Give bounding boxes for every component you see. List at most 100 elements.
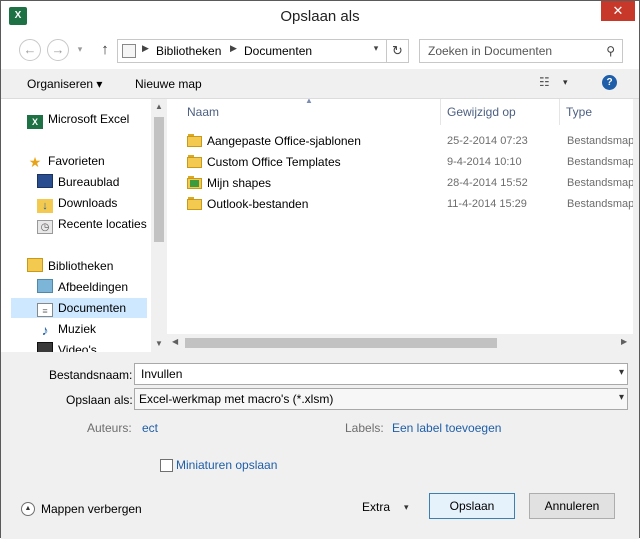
search-box[interactable]: ⚲ bbox=[419, 39, 623, 63]
file-name: Aangepaste Office-sjablonen bbox=[207, 134, 361, 148]
nav-item-label: Video's bbox=[58, 343, 97, 352]
scroll-left-icon[interactable]: ◀ bbox=[172, 337, 178, 346]
filename-input[interactable] bbox=[139, 366, 599, 382]
file-name: Mijn shapes bbox=[207, 176, 272, 190]
downloads-icon: ↓ bbox=[37, 199, 53, 213]
back-button[interactable]: ← bbox=[19, 39, 41, 61]
scrollbar-thumb[interactable] bbox=[154, 117, 164, 242]
nav-item-favorites[interactable]: ★ Favorieten bbox=[27, 151, 151, 171]
folder-icon bbox=[187, 134, 202, 147]
help-icon[interactable]: ? bbox=[602, 75, 617, 90]
tools-dropdown-icon[interactable]: ▾ bbox=[404, 502, 409, 513]
chevron-down-icon[interactable]: ▾ bbox=[619, 392, 624, 403]
address-bar[interactable]: ▶ Bibliotheken ▶ Documenten ▾ ↻ bbox=[117, 39, 409, 63]
file-type: Bestandsmap bbox=[567, 135, 633, 147]
save-thumbnails-label[interactable]: Miniaturen opslaan bbox=[176, 458, 277, 472]
save-as-dialog: X Opslaan als ✕ ← → ▾ ↑ ▶ Bibliotheken ▶… bbox=[0, 0, 640, 539]
scroll-down-icon[interactable]: ▼ bbox=[154, 339, 164, 348]
save-type-select[interactable]: Excel-werkmap met macro's (*.xlsm) ▾ bbox=[134, 388, 628, 410]
tools-button[interactable]: Extra bbox=[362, 500, 390, 514]
scrollbar-thumb[interactable] bbox=[185, 338, 497, 348]
horizontal-scrollbar[interactable]: ◀ ▶ bbox=[167, 334, 633, 352]
address-dropdown-icon[interactable]: ▾ bbox=[368, 43, 384, 54]
file-type: Bestandsmap bbox=[567, 198, 633, 210]
nav-item-music[interactable]: ♪ Muziek bbox=[37, 319, 151, 339]
nav-item-label: Bibliotheken bbox=[48, 259, 114, 273]
chevron-up-icon[interactable]: ▲ bbox=[21, 502, 35, 516]
desktop-icon bbox=[37, 174, 53, 188]
add-tag-link[interactable]: Een label toevoegen bbox=[392, 421, 501, 435]
pictures-icon bbox=[37, 279, 53, 293]
file-type: Bestandsmap bbox=[567, 177, 633, 189]
search-icon[interactable]: ⚲ bbox=[606, 44, 615, 58]
nav-item-videos[interactable]: Video's bbox=[37, 340, 151, 352]
save-thumbnails-checkbox[interactable] bbox=[160, 459, 173, 472]
hide-folders-button[interactable]: Mappen verbergen bbox=[41, 502, 142, 516]
list-item[interactable]: Custom Office Templates 9-4-2014 10:10 B… bbox=[167, 152, 633, 173]
file-list: Naam ▲ Gewijzigd op Type Aangepaste Offi… bbox=[167, 99, 633, 352]
forward-button[interactable]: → bbox=[47, 39, 69, 61]
view-options-icon[interactable]: ☷ bbox=[539, 75, 555, 89]
music-icon: ♪ bbox=[41, 322, 49, 338]
authors-value[interactable]: ect bbox=[142, 421, 158, 435]
refresh-button[interactable]: ↻ bbox=[386, 40, 408, 62]
new-folder-button[interactable]: Nieuwe map bbox=[135, 77, 202, 91]
list-item[interactable]: Outlook-bestanden 11-4-2014 15:29 Bestan… bbox=[167, 194, 633, 215]
nav-item-desktop[interactable]: Bureaublad bbox=[37, 172, 151, 192]
star-icon: ★ bbox=[28, 154, 42, 170]
navigation-scrollbar[interactable]: ▲ ▼ bbox=[151, 99, 166, 352]
scroll-right-icon[interactable]: ▶ bbox=[621, 337, 627, 346]
column-header-modified[interactable]: Gewijzigd op bbox=[441, 99, 560, 125]
folder-icon bbox=[187, 155, 202, 168]
save-type-label: Opslaan als: bbox=[66, 393, 133, 407]
scroll-up-icon[interactable]: ▲ bbox=[154, 102, 164, 111]
nav-item-pictures[interactable]: Afbeeldingen bbox=[37, 277, 151, 297]
save-type-value: Excel-werkmap met macro's (*.xlsm) bbox=[139, 392, 334, 406]
search-input[interactable] bbox=[426, 43, 596, 59]
libraries-icon bbox=[27, 258, 43, 272]
recent-places-icon: ◷ bbox=[37, 220, 53, 234]
file-modified: 28-4-2014 15:52 bbox=[447, 177, 528, 189]
list-item[interactable]: Mijn shapes 28-4-2014 15:52 Bestandsmap bbox=[167, 173, 633, 194]
filename-field[interactable]: ▾ bbox=[134, 363, 628, 385]
nav-item-microsoft-excel[interactable]: X Microsoft Excel bbox=[27, 109, 151, 129]
folder-icon bbox=[187, 197, 202, 210]
breadcrumb-documents[interactable]: Documenten bbox=[244, 44, 312, 58]
file-name: Outlook-bestanden bbox=[207, 197, 309, 211]
save-options-panel: Bestandsnaam: ▾ Opslaan als: Excel-werkm… bbox=[1, 353, 639, 539]
file-list-edge bbox=[633, 99, 639, 334]
file-modified: 11-4-2014 15:29 bbox=[447, 198, 527, 210]
documents-icon: ≡ bbox=[37, 303, 53, 317]
view-dropdown-icon[interactable]: ▾ bbox=[563, 77, 568, 88]
authors-label: Auteurs: bbox=[87, 421, 132, 435]
nav-item-label: Muziek bbox=[58, 322, 97, 336]
nav-item-label: Documenten bbox=[58, 301, 127, 315]
up-button[interactable]: ↑ bbox=[97, 40, 113, 60]
nav-item-libraries[interactable]: Bibliotheken bbox=[27, 256, 151, 276]
organize-button[interactable]: Organiseren ▾ bbox=[27, 77, 102, 91]
nav-item-downloads[interactable]: ↓ Downloads bbox=[37, 193, 151, 213]
chevron-right-icon[interactable]: ▶ bbox=[142, 43, 149, 54]
column-header-type[interactable]: Type bbox=[560, 99, 633, 125]
save-button[interactable]: Opslaan bbox=[429, 493, 515, 519]
nav-item-label: Recente locaties bbox=[58, 217, 147, 231]
sort-ascending-icon: ▲ bbox=[305, 99, 313, 105]
dialog-title: Opslaan als bbox=[280, 8, 360, 25]
close-button[interactable]: ✕ bbox=[601, 1, 635, 21]
title-bar: X Opslaan als ✕ bbox=[1, 1, 639, 31]
location-icon bbox=[122, 44, 136, 58]
nav-item-label: Downloads bbox=[58, 196, 118, 210]
nav-item-documents[interactable]: ≡ Documenten bbox=[11, 298, 147, 318]
videos-icon bbox=[37, 342, 53, 352]
nav-item-recent-places[interactable]: ◷ Recente locaties bbox=[37, 214, 151, 234]
recent-locations-dropdown-icon[interactable]: ▾ bbox=[73, 39, 87, 61]
list-item[interactable]: Aangepaste Office-sjablonen 25-2-2014 07… bbox=[167, 131, 633, 152]
excel-icon: X bbox=[27, 115, 43, 129]
cancel-button[interactable]: Annuleren bbox=[529, 493, 615, 519]
breadcrumb-libraries[interactable]: Bibliotheken bbox=[156, 44, 221, 58]
chevron-down-icon[interactable]: ▾ bbox=[619, 367, 624, 378]
file-modified: 9-4-2014 10:10 bbox=[447, 156, 522, 168]
nav-item-label: Bureaublad bbox=[58, 175, 120, 189]
command-bar: Organiseren ▾ Nieuwe map ☷ ▾ ? bbox=[1, 69, 639, 99]
chevron-right-icon[interactable]: ▶ bbox=[230, 43, 237, 54]
